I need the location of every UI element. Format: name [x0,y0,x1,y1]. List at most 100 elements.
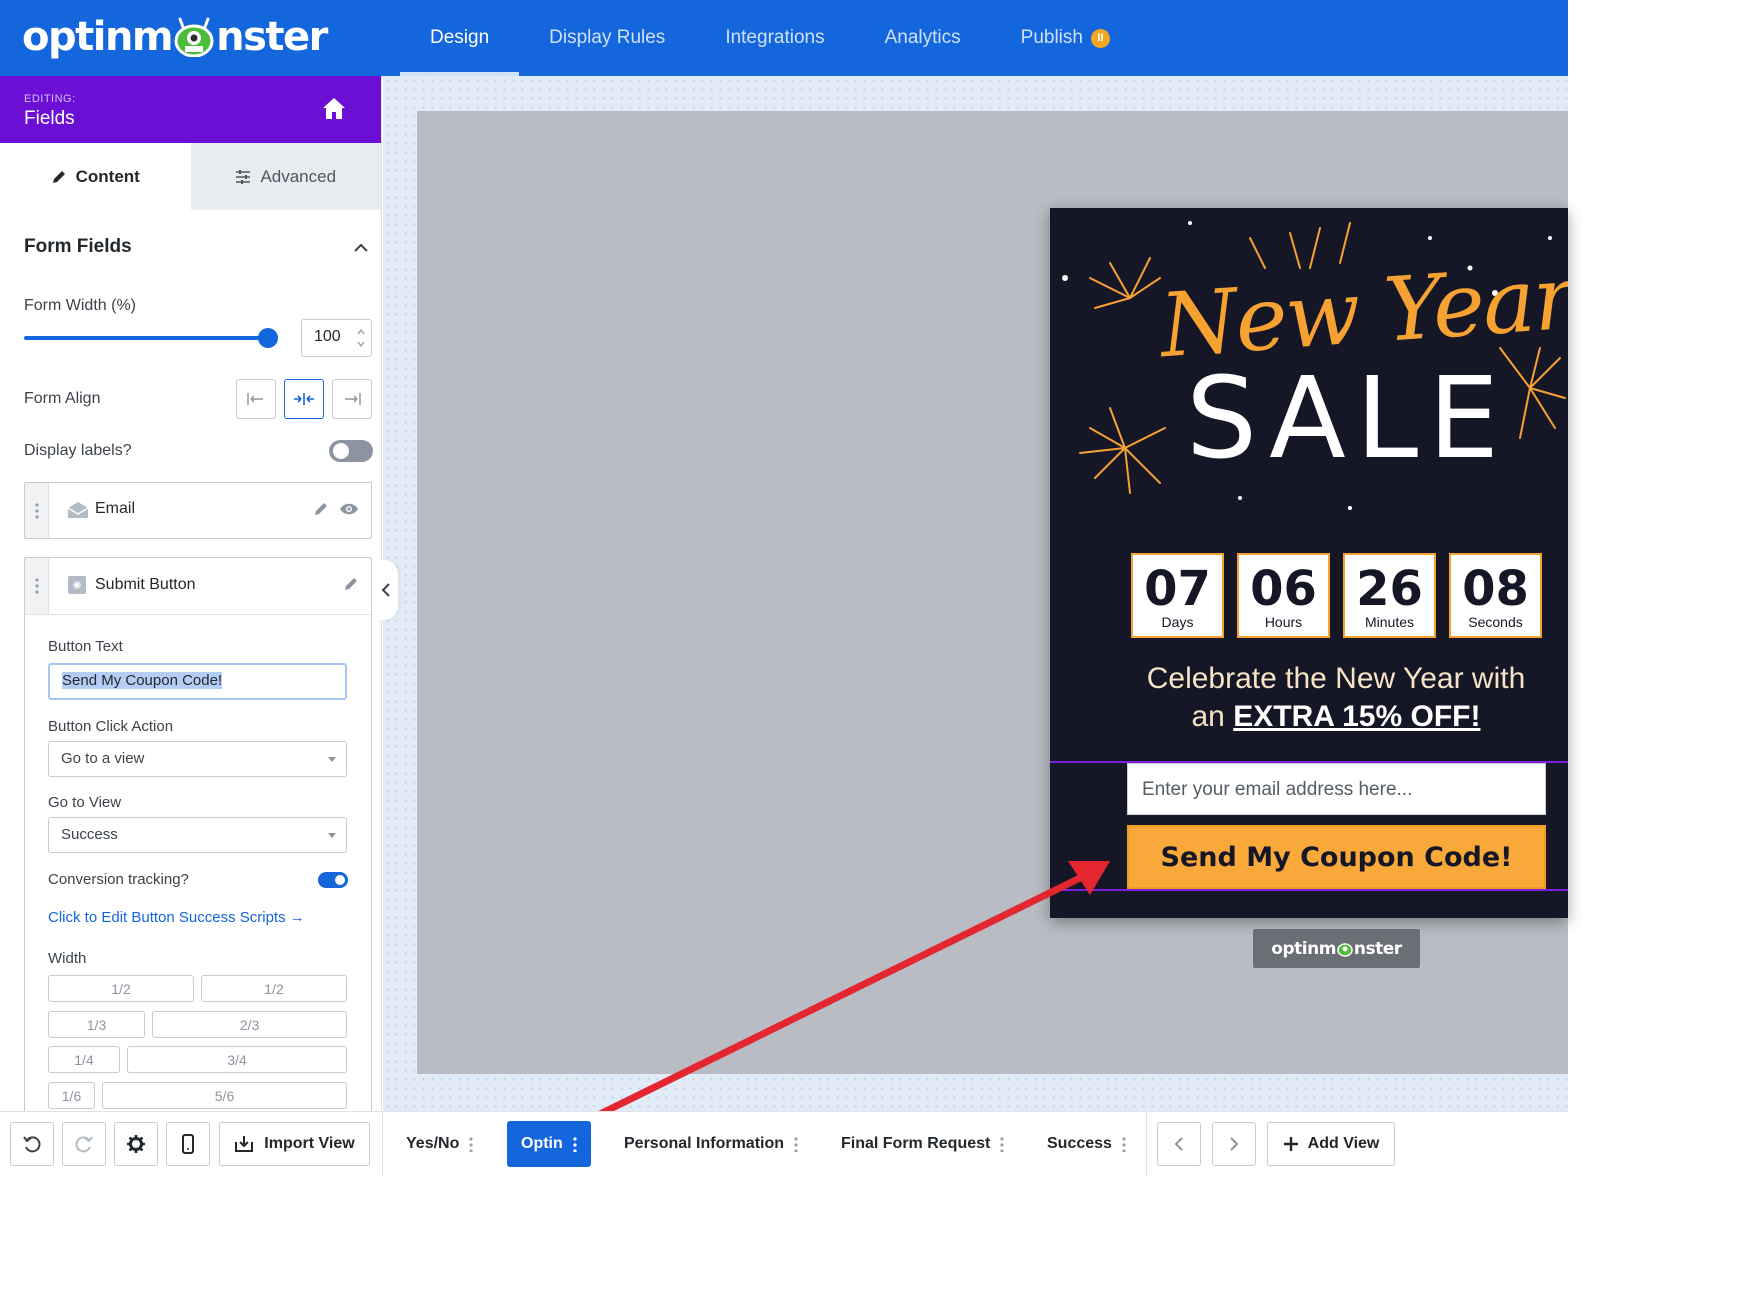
width-5-6-button[interactable]: 5/6 [102,1082,347,1109]
undo-button[interactable] [10,1122,54,1166]
sidebar-collapse-button[interactable] [374,560,398,620]
dropdown-caret-icon [328,757,336,762]
conversion-tracking-toggle[interactable] [318,872,348,888]
button-text-label: Button Text [48,638,123,655]
editing-title: Fields [24,108,75,129]
chevron-left-icon [381,583,390,597]
align-center-button[interactable] [284,379,324,419]
countdown-hours: 06 Hours [1237,553,1330,638]
optinmonster-logo[interactable]: optinm nster [22,14,328,60]
button-text-input[interactable]: Send My Coupon Code! [48,663,347,700]
width-1-6-button[interactable]: 1/6 [48,1082,95,1109]
submit-button-field-name: Submit Button [95,576,196,593]
width-1-2-button[interactable]: 1/2 [201,975,347,1002]
powered-by-badge[interactable]: optinm nster [1253,929,1420,968]
redo-icon [75,1136,93,1153]
width-2-3-button[interactable]: 2/3 [152,1011,347,1038]
more-options-icon[interactable] [794,1136,799,1152]
top-navigation-bar: optinm nster Design Display Rules Integr… [0,0,1568,76]
view-tab-optin[interactable]: Optin [507,1121,591,1167]
form-width-label: Form Width (%) [24,297,136,314]
drag-handle-icon[interactable] [25,558,49,614]
monster-logo-icon [174,17,214,57]
form-width-slider[interactable] [24,336,268,340]
countdown-minutes: 26 Minutes [1343,553,1436,638]
nav-tab-analytics[interactable]: Analytics [855,0,991,76]
popup-email-input[interactable]: Enter your email address here... [1127,763,1546,815]
form-fields-heading: Form Fields [24,236,132,257]
eye-icon[interactable] [339,502,359,516]
width-label: Width [48,950,87,967]
plus-icon [1283,1137,1298,1151]
view-tab-personal-information[interactable]: Personal Information [624,1121,799,1167]
logo-text-left: optinm [22,14,174,60]
go-to-view-select[interactable]: Success [48,817,347,853]
conversion-tracking-label: Conversion tracking? [48,871,189,888]
add-view-button[interactable]: Add View [1267,1122,1395,1166]
redo-button[interactable] [62,1122,106,1166]
more-options-icon[interactable] [1121,1136,1126,1152]
more-options-icon[interactable] [1000,1136,1005,1152]
nav-tab-integrations[interactable]: Integrations [695,0,854,76]
click-action-label: Button Click Action [48,718,174,735]
width-1-3-button[interactable]: 1/3 [48,1011,145,1038]
display-labels-label: Display labels? [24,442,132,459]
edit-success-scripts-link[interactable]: Click to Edit Button Success Scripts → [48,909,305,926]
next-view-button[interactable] [1212,1122,1256,1166]
import-view-button[interactable]: Import View [219,1122,370,1166]
sliders-icon [236,169,251,184]
dropdown-caret-icon [328,833,336,838]
email-field-name: Email [95,500,136,517]
import-icon [235,1136,254,1152]
discount-emphasis: EXTRA 15% OFF! [1233,700,1481,733]
previous-view-button[interactable] [1157,1122,1201,1166]
mobile-icon [182,1134,194,1154]
width-3-4-button[interactable]: 3/4 [127,1046,347,1073]
chevron-right-icon [1230,1137,1239,1151]
editing-header: EDITING: Fields [0,76,381,143]
edit-pencil-icon[interactable] [313,501,329,517]
align-center-icon [294,393,314,405]
tab-content[interactable]: Content [0,143,191,210]
nav-tab-display-rules[interactable]: Display Rules [519,0,695,76]
drag-handle-icon[interactable] [25,483,49,538]
display-labels-toggle[interactable] [329,440,373,462]
home-icon[interactable] [321,96,347,122]
mobile-preview-button[interactable] [166,1122,210,1166]
edit-pencil-icon[interactable] [343,576,359,592]
more-options-icon[interactable] [469,1136,474,1152]
undo-icon [23,1136,41,1153]
go-to-view-label: Go to View [48,794,122,811]
sidebar-subtabs: Content Advanced [0,143,381,210]
form-width-input[interactable]: 100 [301,319,372,357]
width-1-2-button[interactable]: 1/2 [48,975,194,1002]
width-1-4-button[interactable]: 1/4 [48,1046,120,1073]
send-coupon-button[interactable]: Send My Coupon Code! [1127,825,1546,889]
view-tab-final-form-request[interactable]: Final Form Request [841,1121,1005,1167]
form-width-slider-handle[interactable] [258,328,278,348]
email-field-card[interactable]: Email [24,482,372,539]
cursor-click-icon [68,576,86,594]
stepper-arrows-icon[interactable] [357,327,365,349]
align-left-icon [247,393,263,405]
settings-button[interactable] [114,1122,158,1166]
editor-sidebar: EDITING: Fields Content Advanced Form Fi… [0,76,382,1111]
align-right-icon [345,393,361,405]
align-right-button[interactable] [332,379,372,419]
sale-title: SALE [1186,354,1509,484]
nav-tab-publish[interactable]: Publish II [991,0,1140,76]
view-bottom-bar: Import View Yes/No Optin Personal Inform… [0,1111,1568,1176]
align-left-button[interactable] [236,379,276,419]
chevron-left-icon [1174,1137,1183,1151]
logo-text-right: nster [216,14,328,60]
tab-advanced[interactable]: Advanced [190,143,381,210]
campaign-popup[interactable]: New Year SALE 07 Days 06 Hours 26 Minute… [1050,208,1568,918]
view-tab-yes-no[interactable]: Yes/No [406,1121,474,1167]
pencil-icon [52,170,65,183]
click-action-select[interactable]: Go to a view [48,741,347,777]
more-options-icon[interactable] [572,1136,577,1152]
nav-tab-design[interactable]: Design [400,0,520,76]
chevron-up-icon[interactable] [353,240,369,256]
gear-icon [127,1135,145,1153]
view-tab-success[interactable]: Success [1047,1121,1126,1167]
